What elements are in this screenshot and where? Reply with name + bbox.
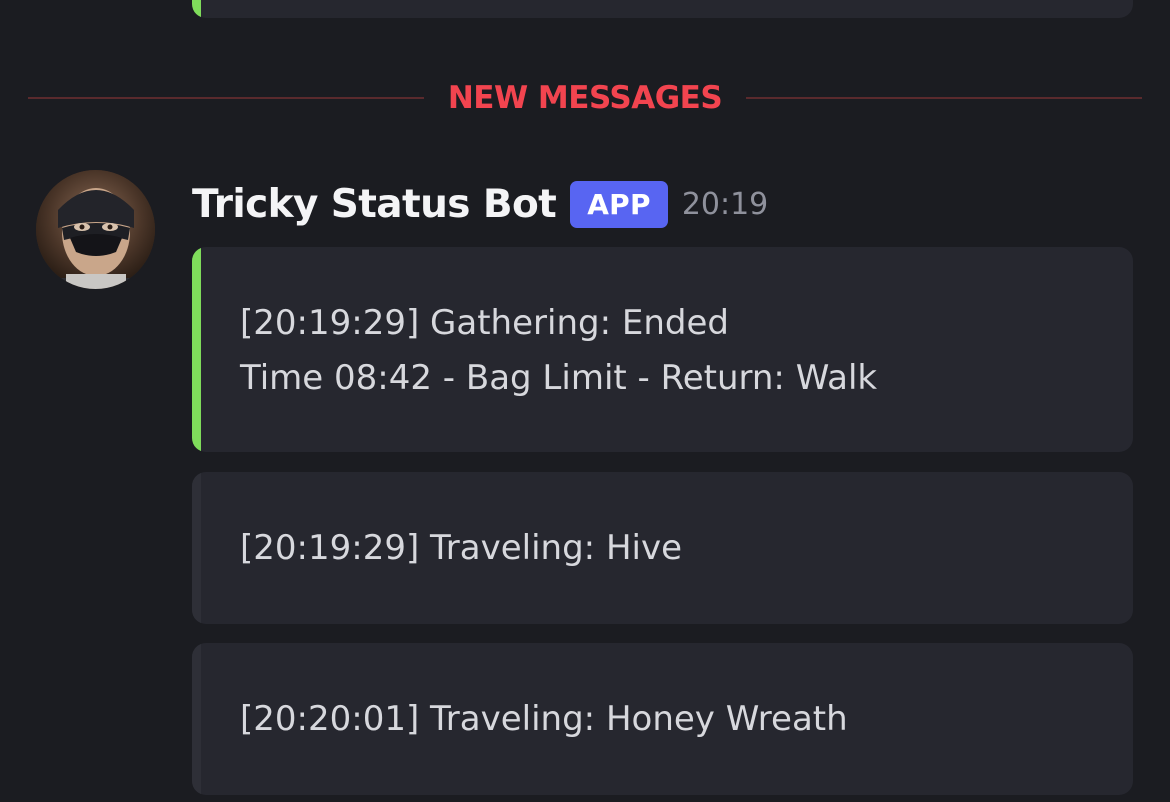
status-embed: [20:19:29] Gathering: Ended Time 08:42 -… <box>192 247 1133 452</box>
embed-line: Time 08:42 - Bag Limit - Return: Walk <box>240 358 878 398</box>
embed-line: [20:19:29] Gathering: Ended <box>240 303 729 343</box>
embed-text: [20:20:01] Traveling: Honey Wreath <box>240 692 1109 747</box>
embed-text: [20:19:29] Gathering: Ended Time 08:42 -… <box>240 296 1109 406</box>
status-embed: [20:19:29] Traveling: Hive <box>192 472 1133 624</box>
message-timestamp: 20:19 <box>681 186 769 222</box>
message-header: Tricky Status Bot APP 20:19 <box>192 178 768 230</box>
divider-line-right <box>746 97 1142 99</box>
avatar[interactable] <box>36 170 155 289</box>
embed-line: [20:20:01] Traveling: Honey Wreath <box>240 699 848 739</box>
embed-accent-bar <box>192 643 201 795</box>
embed-accent-bar <box>192 472 201 624</box>
previous-embed <box>192 0 1133 18</box>
app-badge: APP <box>570 180 668 228</box>
embed-accent-bar <box>192 247 201 452</box>
masked-person-avatar-icon <box>36 170 155 289</box>
status-embed: [20:20:01] Traveling: Honey Wreath <box>192 643 1133 795</box>
embed-line: [20:19:29] Traveling: Hive <box>240 528 682 568</box>
embed-accent-bar <box>192 0 201 18</box>
author-name[interactable]: Tricky Status Bot <box>192 182 557 227</box>
embed-text: [20:19:29] Traveling: Hive <box>240 521 1109 576</box>
new-messages-divider: NEW MESSAGES <box>28 78 1142 118</box>
